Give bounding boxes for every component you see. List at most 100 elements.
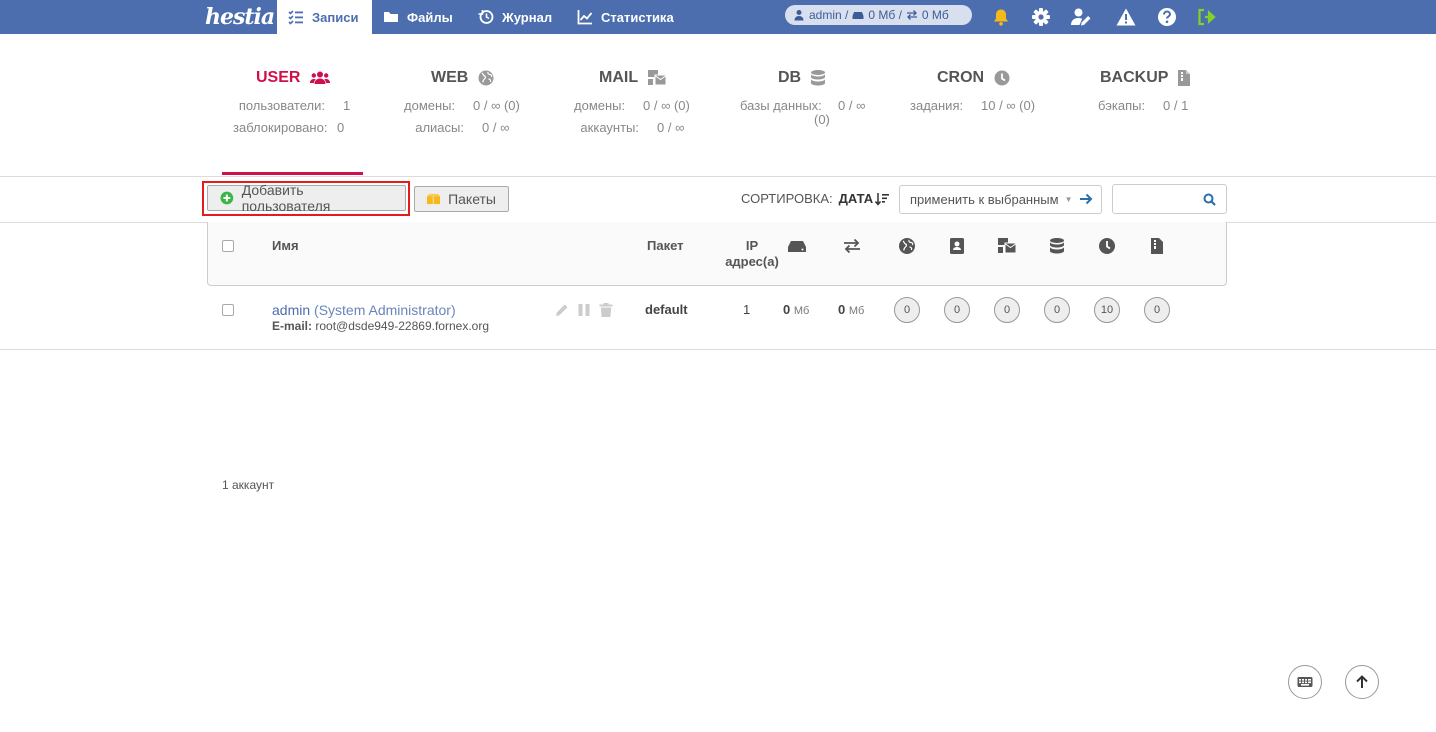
history-icon [478, 10, 494, 24]
username: admin [272, 302, 311, 318]
gear-icon [1032, 8, 1050, 26]
stat-key: домены: [574, 98, 626, 113]
row-checkbox[interactable] [222, 304, 234, 316]
sort-value: ДАТА [838, 191, 874, 206]
hestia-logo[interactable]: hestia [205, 0, 275, 34]
nav-tab-files[interactable]: Файлы [372, 0, 464, 34]
scroll-top-button[interactable] [1345, 665, 1379, 699]
mail-count-badge[interactable]: 0 [994, 297, 1020, 323]
keyboard-shortcuts-button[interactable] [1288, 665, 1322, 699]
packages-button[interactable]: Пакеты [414, 186, 509, 212]
clock-icon [994, 70, 1010, 86]
stat-tab-db[interactable]: DB базы данных: 0 / ∞ (0) [740, 68, 866, 127]
user-name-link[interactable]: admin (System Administrator) [272, 302, 456, 318]
user-edit-button[interactable] [1070, 6, 1092, 28]
stat-title: DB [778, 69, 802, 86]
stat-title: CRON [937, 69, 985, 86]
nav-tab-records[interactable]: Записи [277, 0, 372, 34]
stat-key: базы данных: [740, 98, 822, 113]
warning-icon [1116, 8, 1136, 26]
nav-tab-label: Записи [312, 9, 359, 25]
users-icon [310, 71, 331, 84]
stat-value: 0 / 1 [1163, 98, 1189, 113]
stat-tab-cron[interactable]: CRON задания: 10 / ∞ (0) [910, 68, 1036, 113]
column-header-disk[interactable] [788, 237, 806, 255]
stat-tab-user[interactable]: USER пользователи: 1 заблокировано: 0 [233, 68, 351, 135]
column-header-package[interactable]: Пакет [647, 238, 684, 254]
exchange-icon [906, 10, 917, 20]
nav-tab-statistics[interactable]: Статистика [566, 0, 685, 34]
notifications-button[interactable] [990, 6, 1012, 28]
disk-value: 0 [783, 302, 791, 317]
bandwidth-value: 0 [838, 302, 846, 317]
stat-title: USER [256, 69, 301, 86]
warning-button[interactable] [1115, 6, 1137, 28]
column-header-ip-line1: IP [745, 238, 759, 253]
caret-down-icon: ▼ [1064, 195, 1073, 204]
stat-tab-mail[interactable]: MAIL домены: 0 / ∞ (0) аккаунты: 0 / ∞ [574, 68, 690, 135]
globe-icon [478, 70, 494, 86]
nav-tab-log[interactable]: Журнал [467, 0, 563, 34]
search-icon[interactable] [1203, 193, 1216, 206]
column-header-dns[interactable] [948, 237, 966, 255]
help-button[interactable] [1156, 6, 1178, 28]
bulk-action-select[interactable]: применить к выбранным ▼ [899, 185, 1102, 214]
backup-count-badge[interactable]: 0 [1144, 297, 1170, 323]
column-header-name[interactable]: Имя [272, 238, 299, 254]
nav-tab-label: Журнал [502, 9, 553, 25]
bandwidth-unit: Мб [848, 305, 865, 317]
folder-icon [384, 12, 398, 22]
stat-value: 0 [337, 120, 345, 135]
sort-control[interactable]: СОРТИРОВКА: ДАТА [741, 191, 890, 206]
stat-tab-web[interactable]: WEB домены: 0 / ∞ (0) алиасы: 0 / ∞ [404, 68, 520, 135]
column-header-db[interactable] [1048, 237, 1066, 255]
stat-key: алиасы: [415, 120, 464, 135]
pause-icon[interactable] [577, 303, 591, 317]
web-count-badge[interactable]: 0 [894, 297, 920, 323]
stat-key: бэкапы: [1098, 98, 1146, 113]
exchange-icon [844, 238, 860, 254]
arrow-right-icon[interactable] [1079, 192, 1093, 206]
search-input[interactable] [1112, 184, 1227, 214]
stat-tab-backup[interactable]: BACKUP бэкапы: 0 / 1 [1098, 68, 1191, 113]
stat-value: 0 / ∞ [838, 98, 866, 113]
stat-value: 1 [343, 98, 351, 113]
account-count: 1 аккаунт [222, 478, 275, 492]
column-header-backup[interactable] [1148, 237, 1166, 255]
list-check-icon [288, 10, 303, 25]
hdd-icon [852, 12, 864, 19]
stat-value: 10 / ∞ (0) [981, 98, 1036, 113]
help-icon [1158, 8, 1176, 26]
usage-summary[interactable]: admin / 0 Мб / 0 Мб [785, 5, 972, 25]
stat-value: 0 / ∞ [482, 120, 510, 135]
hdd-icon [788, 241, 806, 252]
logout-button[interactable] [1196, 6, 1218, 28]
stat-value: 0 / ∞ (0) [473, 98, 520, 113]
column-header-web[interactable] [898, 237, 916, 255]
column-header-ip-line2: адрес(а) [725, 254, 779, 269]
settings-button[interactable] [1030, 6, 1052, 28]
user-edit-icon [1071, 8, 1091, 26]
nav-tab-label: Статистика [601, 9, 674, 25]
stat-title: WEB [431, 69, 469, 86]
trash-icon[interactable] [599, 303, 613, 317]
edit-icon[interactable] [555, 303, 569, 317]
column-header-mail[interactable] [998, 237, 1016, 255]
dns-count-badge[interactable]: 0 [944, 297, 970, 323]
bell-icon [994, 9, 1008, 26]
stat-key [740, 112, 796, 124]
column-header-bandwidth[interactable] [843, 237, 861, 255]
file-archive-icon [1178, 70, 1191, 86]
db-count-badge[interactable]: 0 [1044, 297, 1070, 323]
user-fullname: (System Administrator) [314, 302, 456, 318]
usage-user: admin / [809, 8, 849, 22]
stat-key: пользователи: [238, 98, 325, 113]
email-label: E-mail: [272, 319, 313, 333]
column-header-ip[interactable]: IP адрес(а) [722, 238, 782, 270]
column-header-cron[interactable] [1098, 237, 1116, 255]
logout-icon [1198, 8, 1216, 26]
cron-count-badge[interactable]: 10 [1094, 297, 1120, 323]
usage-disk: 0 Мб / [868, 8, 902, 22]
select-all-checkbox[interactable] [222, 240, 234, 252]
sort-desc-icon [875, 192, 890, 206]
